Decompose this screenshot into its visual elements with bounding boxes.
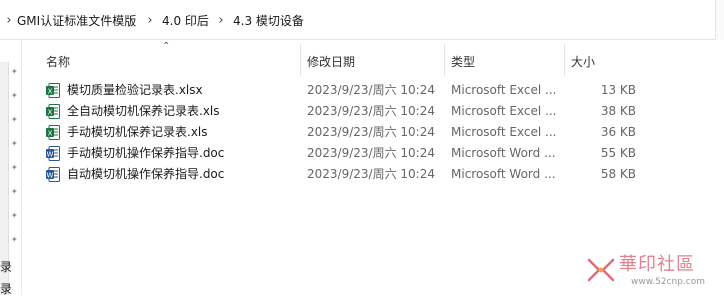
file-row[interactable]: X 模切质量检验记录表.xlsx 2023/9/23/周六 10:24 Micr…: [40, 80, 660, 101]
sort-ascending-icon: ⌃: [162, 41, 171, 52]
file-modified: 2023/9/23/周六 10:24: [307, 125, 435, 139]
column-header-modified[interactable]: 修改日期: [307, 52, 355, 72]
column-separator[interactable]: [444, 44, 445, 76]
column-separator[interactable]: [564, 44, 565, 76]
excel-icon: X: [46, 125, 60, 140]
file-type: Microsoft Excel ...: [451, 83, 557, 97]
file-name: 手动模切机操作保养指导.doc: [67, 146, 225, 160]
svg-text:W: W: [47, 171, 54, 179]
word-icon: W: [46, 146, 60, 161]
column-separator[interactable]: [300, 44, 301, 76]
svg-text:X: X: [48, 129, 53, 137]
pin-icon: ✦: [11, 115, 18, 124]
file-size: 55 KB: [600, 146, 636, 160]
pin-icon: ✦: [11, 67, 18, 76]
word-icon: W: [46, 167, 60, 182]
file-modified: 2023/9/23/周六 10:24: [307, 167, 435, 181]
pin-icon: ✦: [11, 91, 18, 100]
file-type: Microsoft Word ...: [451, 167, 556, 181]
column-header-name[interactable]: 名称: [46, 52, 70, 72]
file-modified: 2023/9/23/周六 10:24: [307, 104, 435, 118]
pin-icon: ✦: [11, 163, 18, 172]
file-name: 手动模切机保养记录表.xls: [67, 125, 208, 139]
address-bar-divider: [715, 0, 724, 40]
file-size: 36 KB: [600, 125, 636, 139]
navigation-pane: ✦ ✦ ✦ ✦ ✦ ✦ ✦ ✦ 录 录: [0, 40, 22, 297]
file-row[interactable]: W 手动模切机操作保养指导.doc 2023/9/23/周六 10:24 Mic…: [40, 143, 660, 164]
excel-icon: X: [46, 104, 60, 119]
file-size: 58 KB: [600, 167, 636, 181]
watermark-logo-icon: [587, 258, 615, 282]
pin-icon: ✦: [11, 187, 18, 196]
chevron-right-icon[interactable]: ›: [2, 13, 16, 28]
pin-icon: ✦: [11, 211, 18, 220]
chevron-right-icon[interactable]: ›: [214, 13, 228, 28]
address-bar: › GMI认证标准文件模版 › 4.0 印后 › 4.3 模切设备: [0, 0, 724, 40]
file-type: Microsoft Word ...: [451, 146, 556, 160]
excel-icon: X: [46, 83, 60, 98]
pin-icon: ✦: [11, 139, 18, 148]
watermark: 華印社區 www.52cnp.com: [585, 250, 720, 292]
file-size: 38 KB: [600, 104, 636, 118]
file-modified: 2023/9/23/周六 10:24: [307, 83, 435, 97]
svg-text:X: X: [48, 87, 53, 95]
file-name: 自动模切机操作保养指导.doc: [67, 167, 225, 181]
nav-item-label[interactable]: 录: [0, 280, 12, 297]
file-modified: 2023/9/23/周六 10:24: [307, 146, 435, 160]
nav-item-label[interactable]: 录: [0, 258, 12, 275]
file-size: 13 KB: [600, 83, 636, 97]
watermark-url: www.52cnp.com: [631, 277, 706, 287]
breadcrumb-item-gmi[interactable]: GMI认证标准文件模版: [17, 12, 136, 30]
svg-text:W: W: [47, 150, 54, 158]
file-name: 模切质量检验记录表.xlsx: [67, 83, 203, 97]
column-header-type[interactable]: 类型: [451, 52, 475, 72]
file-row[interactable]: W 自动模切机操作保养指导.doc 2023/9/23/周六 10:24 Mic…: [40, 164, 660, 185]
file-type: Microsoft Excel ...: [451, 125, 557, 139]
breadcrumb-item-diecut[interactable]: 4.3 模切设备: [233, 12, 304, 30]
file-row[interactable]: X 手动模切机保养记录表.xls 2023/9/23/周六 10:24 Micr…: [40, 122, 660, 143]
breadcrumb-item-postpress[interactable]: 4.0 印后: [162, 12, 209, 30]
column-header-size[interactable]: 大小: [571, 52, 595, 72]
svg-text:X: X: [48, 108, 53, 116]
watermark-brand: 華印社區: [619, 254, 695, 275]
file-type: Microsoft Excel ...: [451, 104, 557, 118]
file-name: 全自动模切机保养记录表.xls: [67, 104, 220, 118]
chevron-right-icon[interactable]: ›: [143, 13, 157, 28]
pin-icon: ✦: [11, 235, 18, 244]
file-row[interactable]: X 全自动模切机保养记录表.xls 2023/9/23/周六 10:24 Mic…: [40, 101, 660, 122]
